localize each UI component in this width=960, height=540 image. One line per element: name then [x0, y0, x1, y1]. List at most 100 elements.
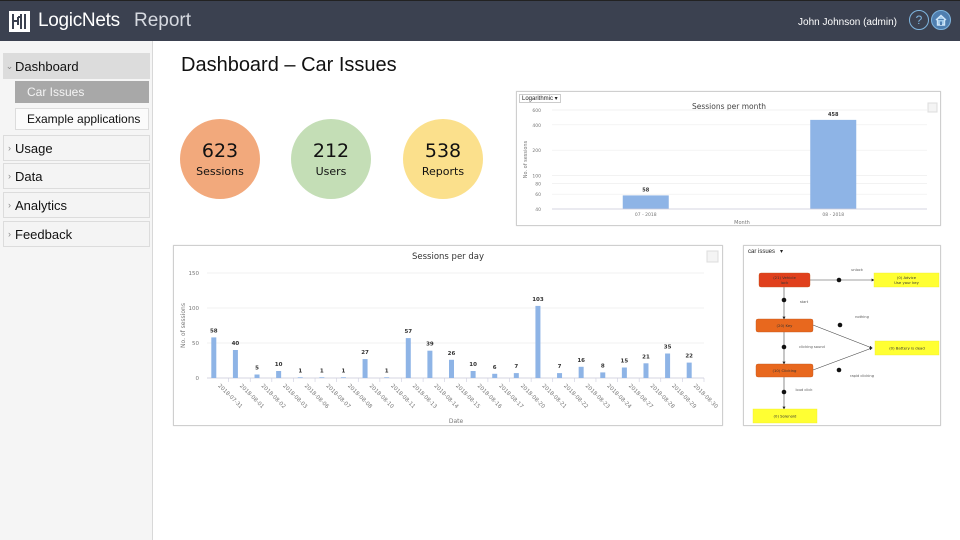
data-label: 7 — [514, 364, 518, 370]
y-tick-label: 80 — [535, 182, 541, 188]
chevron-right-icon: › — [8, 143, 11, 153]
flow-select[interactable]: car issues ▾ — [746, 248, 786, 255]
chart-title: Sessions per day — [412, 252, 484, 262]
bar — [232, 350, 238, 378]
data-label: 39 — [426, 342, 434, 348]
y-axis-label: No. of sessions — [180, 303, 187, 348]
data-label: 27 — [361, 350, 369, 356]
kpi-users: 212 Users — [291, 119, 371, 199]
flow-node-label: Use your key — [894, 280, 919, 285]
data-label: 1 — [342, 368, 346, 374]
flow-node-label: lock — [781, 280, 789, 285]
sidebar-subitem-car-issues[interactable]: Car Issues — [15, 81, 149, 103]
sessions-per-day-chart: Sessions per day 0 50 100 150 No. of sessions… — [180, 250, 719, 425]
bar — [254, 374, 260, 378]
sidebar-item-label: Feedback — [15, 226, 73, 242]
sidebar-item-analytics[interactable]: › Analytics — [3, 192, 150, 218]
kpi-value: 538 — [424, 140, 462, 162]
y-tick-label: 60 — [535, 192, 541, 198]
y-axis-label: No. of sessions — [523, 140, 529, 178]
data-label: 21 — [642, 354, 650, 360]
kpi-label: Sessions — [196, 165, 244, 178]
sidebar: ⌄ Dashboard Car Issues Example applicati… — [0, 41, 153, 540]
flow-edge-dot — [781, 297, 787, 303]
flow-node-label: (0) Battery is dead — [889, 345, 925, 350]
brand-subtitle: Report — [134, 10, 192, 31]
car-issues-flow-panel: car issues ▾ unlock start nothing clicking … — [743, 245, 941, 426]
bar — [297, 377, 303, 378]
bar — [686, 362, 692, 378]
sidebar-item-data[interactable]: › Data — [3, 163, 150, 189]
data-label: 26 — [448, 351, 456, 357]
flow-diagram: unlock start nothing clicking sound rapid cl… — [752, 268, 940, 424]
chart-menu-icon — [927, 102, 938, 113]
data-label: 40 — [232, 341, 240, 347]
bar — [665, 353, 671, 378]
data-label: 15 — [621, 359, 629, 365]
flow-edge-label: clicking sound — [799, 345, 825, 349]
kpi-sessions: 623 Sessions — [180, 119, 260, 199]
sidebar-item-dashboard[interactable]: ⌄ Dashboard — [3, 53, 150, 79]
x-axis-label: Date — [449, 418, 464, 425]
flow-edge-label: start — [800, 300, 809, 304]
sidebar-item-label: Data — [15, 168, 43, 184]
sessions-per-day-panel: Sessions per day 0 50 100 150 No. of sessions… — [173, 245, 723, 426]
user-name[interactable]: John Johnson (admin) — [798, 17, 897, 28]
bar — [362, 359, 368, 378]
x-axis-label: Month — [734, 220, 750, 226]
sidebar-subitem-label: Example applications — [27, 112, 141, 126]
data-label: 16 — [577, 358, 585, 364]
data-label: 35 — [664, 345, 672, 351]
x-tick-label: 07 - 2018 — [635, 212, 657, 218]
bar — [384, 377, 390, 378]
y-tick-label: 200 — [532, 148, 541, 154]
flow-edge — [812, 347, 873, 371]
bar — [622, 195, 669, 209]
bar — [405, 338, 411, 378]
sidebar-item-usage[interactable]: › Usage — [3, 135, 150, 161]
chevron-down-icon: ⌄ — [5, 60, 14, 71]
bar — [427, 350, 433, 378]
bar — [578, 366, 584, 378]
bar — [643, 363, 649, 378]
data-label: 1 — [320, 368, 324, 374]
kpi-label: Reports — [421, 165, 465, 178]
page-title: Dashboard – Car Issues — [181, 54, 397, 76]
flow-edge-dot — [837, 322, 843, 328]
data-label: 57 — [404, 329, 412, 335]
sidebar-item-feedback[interactable]: › Feedback — [3, 221, 150, 247]
chart-menu-icon — [706, 250, 719, 263]
data-label: 7 — [558, 364, 562, 370]
data-label: 5 — [255, 366, 259, 372]
bar — [513, 373, 519, 378]
bar — [340, 377, 346, 378]
bar — [492, 373, 498, 378]
sidebar-subitem-label: Car Issues — [27, 85, 85, 99]
y-tick-label: 100 — [189, 306, 200, 312]
flow-node-label: (0) Solenoid — [774, 413, 797, 418]
kpi-value: 212 — [312, 140, 350, 162]
help-button[interactable]: ? — [909, 10, 929, 30]
flow-node-label: (10) Clicking — [773, 368, 798, 373]
data-label: 22 — [685, 354, 693, 360]
help-icon: ? — [915, 13, 923, 27]
home-button[interactable] — [931, 10, 951, 30]
sidebar-subitem-example-applications[interactable]: Example applications — [15, 108, 149, 130]
flow-edge-dot — [836, 277, 842, 283]
chevron-right-icon: › — [8, 200, 11, 210]
bar — [810, 119, 857, 209]
sessions-per-month-chart: Sessions per month406080100200400600No. … — [523, 102, 938, 226]
bar — [470, 371, 476, 378]
flow-edge-label: unlock — [851, 268, 864, 272]
scale-select-value: Logarithmic — [522, 96, 554, 102]
data-label: 1 — [385, 368, 389, 374]
sidebar-item-label: Usage — [15, 140, 53, 156]
logicnets-logo-icon — [9, 11, 30, 32]
flow-edge-label: loud click — [796, 388, 814, 392]
brand-name[interactable]: LogicNets — [38, 10, 120, 32]
bar — [211, 337, 217, 378]
data-label: 458 — [828, 112, 839, 118]
data-label: 58 — [210, 328, 218, 334]
scale-select[interactable]: Logarithmic ▾ — [519, 94, 561, 103]
bar — [621, 367, 627, 378]
